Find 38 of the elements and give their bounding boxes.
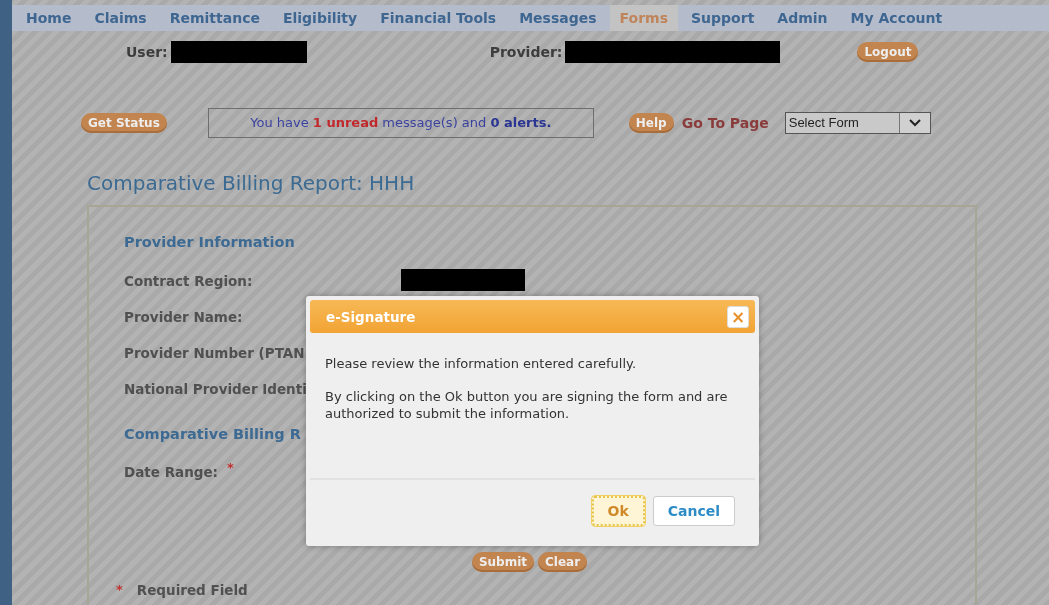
nav-tab[interactable]: Forms	[609, 5, 679, 32]
dialog-button[interactable]: Cancel	[652, 496, 735, 526]
logout-button[interactable]: Logout	[857, 41, 919, 62]
message-summary: You have 1 unread message(s) and 0 alerts.	[207, 108, 594, 138]
nav-tab[interactable]: Support	[681, 5, 765, 32]
section-heading: Comparative Billing R	[124, 426, 302, 442]
user-label: User:	[126, 43, 168, 60]
form-select[interactable]: Select Form	[784, 112, 931, 134]
required-mark: *	[116, 582, 123, 597]
dialog-text: Please review the information entered carefully.	[325, 355, 638, 372]
field-label: Date Range:	[124, 464, 218, 480]
help-button[interactable]: Help	[628, 113, 674, 133]
nav-tab[interactable]: Claims	[84, 5, 157, 32]
field-label: Contract Region:	[124, 272, 253, 289]
nav-tab[interactable]: My Account	[840, 5, 953, 32]
required-note: Required Field	[136, 582, 248, 598]
nav-tab[interactable]: Financial Tools	[370, 5, 507, 32]
section-heading: Provider Information	[124, 234, 296, 250]
field-label: Provider Name:	[124, 308, 243, 325]
field-label: National Provider Identi	[124, 380, 307, 397]
nav-tab[interactable]: Messages	[509, 5, 607, 32]
chevron-down-icon	[898, 113, 930, 133]
provider-label: Provider:	[489, 43, 563, 60]
field-label: Provider Number (PTAN	[124, 344, 305, 361]
nav-tab[interactable]: Eligibility	[272, 5, 368, 32]
go-to-page-label: Go To Page	[681, 115, 769, 131]
form-button[interactable]: Submit	[471, 552, 535, 572]
page-title: Comparative Billing Report: HHH	[87, 171, 416, 195]
nav-tab[interactable]: Home	[16, 5, 82, 32]
nav-tab[interactable]: Admin	[767, 5, 838, 32]
required-mark: *	[226, 460, 234, 475]
dialog-button[interactable]: Ok	[591, 496, 645, 526]
nav-tab[interactable]: Remittance	[159, 5, 270, 32]
form-button[interactable]: Clear	[538, 552, 588, 572]
dialog-text: By clicking on the Ok button you are signing the form and are authorized to submit the information.	[325, 388, 729, 422]
get-status-button[interactable]: Get Status	[81, 113, 167, 133]
close-button[interactable]: ×	[727, 305, 749, 328]
dialog-title: e-Signature	[326, 308, 416, 325]
